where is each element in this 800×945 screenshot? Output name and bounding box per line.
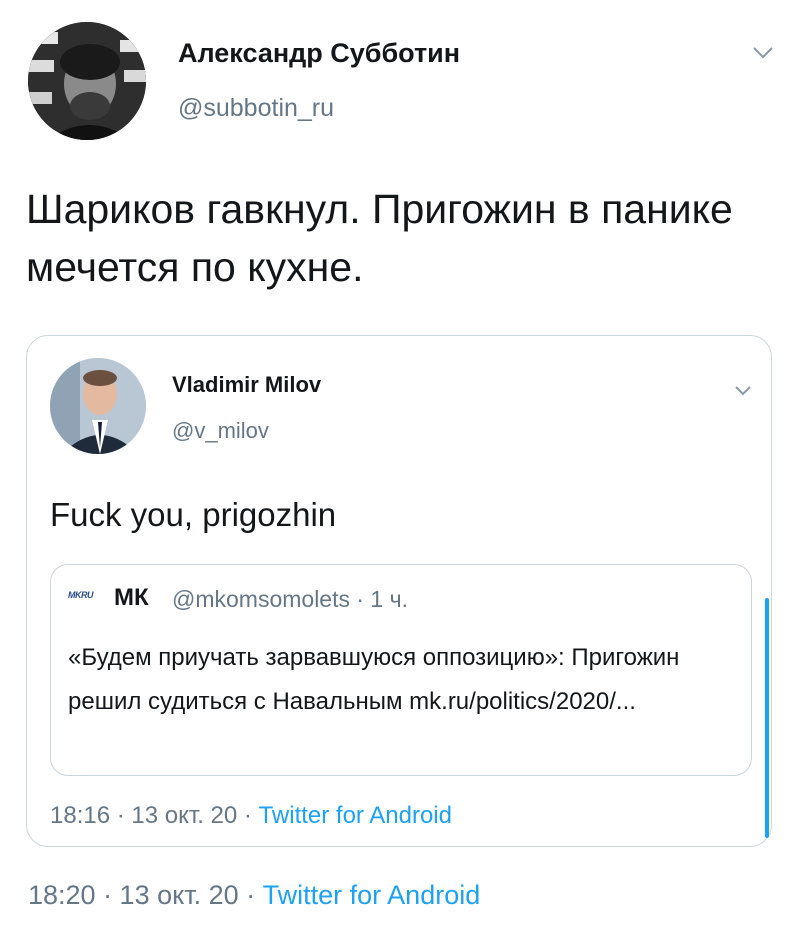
quoted-avatar-image [50, 358, 146, 454]
mk-logo: MKRU [68, 590, 94, 600]
quoted-timestamp: 18:16 · 13 окт. 20 · [50, 802, 259, 829]
author-handle[interactable]: @subbotin_ru [178, 94, 334, 123]
quoted-tweet-text: Fuck you, prigozhin [50, 496, 337, 533]
nested-meta: @mkomsomolets · 1 ч. [172, 586, 408, 612]
quoted-tweet-footer: 18:16 · 13 окт. 20 · Twitter for Android [50, 802, 452, 830]
tweet-timestamp: 18:20 · 13 окт. 20 · [28, 880, 263, 910]
tweet-source-link[interactable]: Twitter for Android [263, 880, 481, 910]
tweet-text: Шариков гавкнул. Пригожин в панике мечет… [26, 186, 733, 290]
quoted-chevron-down-icon[interactable] [734, 376, 752, 402]
quoted-source-link[interactable]: Twitter for Android [259, 802, 452, 829]
tweet-footer: 18:20 · 13 окт. 20 · Twitter for Android [28, 880, 480, 911]
quoted-author-name[interactable]: Vladimir Milov [172, 372, 321, 398]
nested-author-name[interactable]: МК [114, 584, 149, 612]
author-avatar[interactable] [28, 22, 146, 140]
chevron-down-icon[interactable] [752, 40, 774, 66]
quoted-author-handle[interactable]: @v_milov [172, 418, 269, 444]
author-avatar-image [28, 22, 146, 140]
author-name[interactable]: Александр Субботин [178, 38, 460, 69]
quoted-author-avatar[interactable] [50, 358, 146, 454]
scrollbar[interactable] [765, 598, 769, 838]
nested-tweet-text: «Будем приучать зарвавшуюся оппозицию»: … [68, 644, 680, 715]
